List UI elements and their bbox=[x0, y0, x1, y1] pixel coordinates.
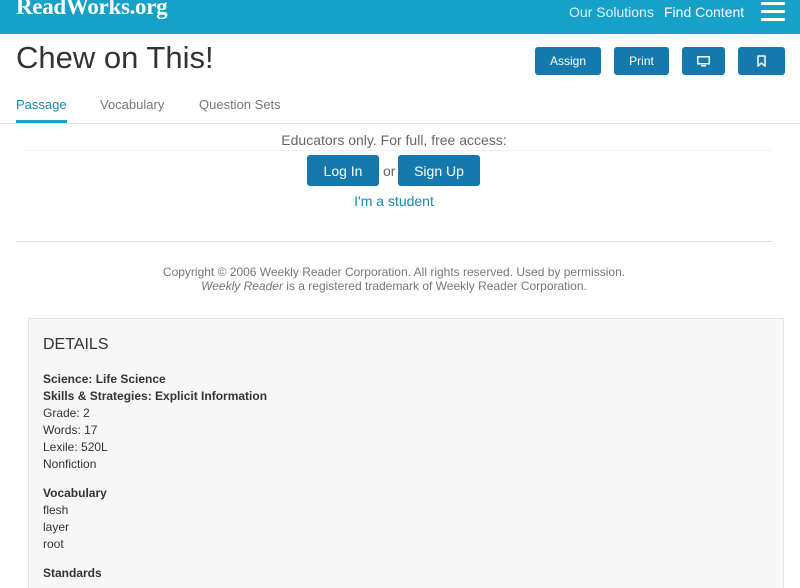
present-button[interactable] bbox=[682, 47, 725, 75]
subject-label: Science: Life Science bbox=[43, 372, 166, 386]
print-button[interactable]: Print bbox=[614, 47, 669, 75]
or-separator: or bbox=[383, 163, 396, 179]
content-divider bbox=[24, 150, 772, 151]
hamburger-bar bbox=[761, 10, 785, 13]
vocabulary-heading: Vocabulary bbox=[43, 486, 107, 500]
nav-find-content[interactable]: Find Content bbox=[664, 4, 744, 20]
standards-heading: Standards bbox=[43, 566, 102, 580]
vocab-word: layer bbox=[43, 520, 70, 534]
details-panel: DETAILS Science: Life Science Skills & S… bbox=[28, 318, 784, 588]
bookmark-button[interactable] bbox=[738, 47, 785, 75]
login-button[interactable]: Log In bbox=[307, 155, 379, 186]
educators-message: Educators only. For full, free access: bbox=[281, 132, 507, 148]
signup-button[interactable]: Sign Up bbox=[398, 155, 480, 186]
tab-divider bbox=[0, 123, 800, 124]
top-nav-bar: ReadWorks.org Our Solutions Find Content bbox=[0, 0, 800, 34]
hamburger-icon[interactable] bbox=[761, 2, 785, 22]
details-heading: DETAILS bbox=[43, 336, 109, 353]
hamburger-bar bbox=[761, 2, 785, 5]
page-title: Chew on This! bbox=[16, 40, 214, 75]
tab-vocabulary[interactable]: Vocabulary bbox=[100, 97, 164, 112]
grade-label: Grade: 2 bbox=[43, 406, 90, 420]
trademark-line: Weekly Reader is a registered trademark … bbox=[0, 279, 788, 293]
nav-our-solutions[interactable]: Our Solutions bbox=[569, 4, 654, 20]
monitor-icon bbox=[697, 55, 710, 66]
skills-label: Skills & Strategies: Explicit Informatio… bbox=[43, 389, 268, 403]
vocab-word: flesh bbox=[43, 503, 69, 517]
bookmark-icon bbox=[757, 55, 766, 67]
genre-label: Nonfiction bbox=[43, 457, 97, 471]
copyright-line: Copyright © 2006 Weekly Reader Corporati… bbox=[162, 265, 626, 279]
student-link[interactable]: I'm a student bbox=[0, 193, 788, 209]
copyright-notice: Copyright © 2006 Weekly Reader Corporati… bbox=[0, 265, 788, 293]
hamburger-bar bbox=[761, 18, 785, 21]
tab-question-sets[interactable]: Question Sets bbox=[199, 97, 281, 112]
lexile-label: Lexile: 520L bbox=[43, 440, 108, 454]
assign-button[interactable]: Assign bbox=[535, 47, 601, 75]
tab-passage[interactable]: Passage bbox=[16, 97, 67, 112]
trademark-text: is a registered trademark of Weekly Read… bbox=[282, 279, 587, 293]
publication-name: Weekly Reader bbox=[201, 279, 283, 293]
word-count-label: Words: 17 bbox=[43, 423, 98, 437]
vocab-word: root bbox=[43, 537, 64, 551]
section-divider bbox=[16, 241, 772, 242]
logo[interactable]: ReadWorks.org bbox=[16, 0, 168, 20]
